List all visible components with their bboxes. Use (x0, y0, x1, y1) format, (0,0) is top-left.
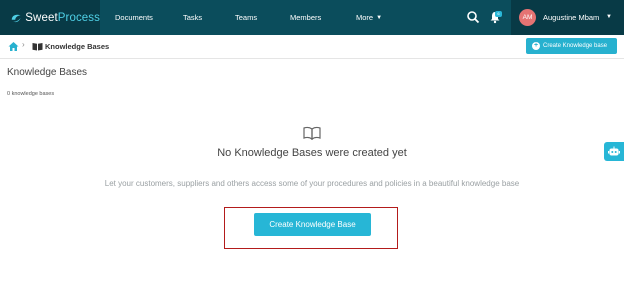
top-navbar: SweetProcess Documents Tasks Teams Membe… (0, 0, 624, 35)
create-knowledge-base-button[interactable]: + Create Knowledge base (526, 38, 617, 54)
page-title: Knowledge Bases (7, 67, 88, 78)
knowledge-base-count: 0 knowledge bases (7, 91, 55, 97)
chevron-down-icon: ▼ (606, 14, 612, 20)
open-book-icon (303, 126, 321, 140)
nav-more-label: More (356, 13, 374, 22)
search-icon[interactable] (466, 10, 480, 24)
breadcrumb-separator-icon: › (22, 40, 25, 49)
empty-state-title: No Knowledge Bases were created yet (217, 147, 407, 159)
avatar: AM (519, 9, 536, 26)
chevron-down-icon: ▼ (376, 15, 383, 21)
nav-more[interactable]: More ▼ (356, 0, 382, 35)
nav-documents[interactable]: Documents (115, 0, 153, 35)
chat-bot-widget[interactable] (604, 142, 624, 161)
nav-members[interactable]: Members (290, 0, 321, 35)
empty-state-description: Let your customers, suppliers and others… (104, 179, 520, 188)
robot-icon (608, 146, 620, 156)
plus-icon: + (532, 42, 540, 50)
brand-logo[interactable]: SweetProcess (0, 0, 100, 35)
create-knowledge-base-label: Create Knowledge base (543, 43, 608, 49)
sweetprocess-logo-icon (11, 14, 21, 22)
breadcrumb: › Knowledge Bases + Create Knowledge bas… (0, 35, 624, 59)
breadcrumb-current: Knowledge Bases (45, 42, 110, 51)
nav-tasks[interactable]: Tasks (183, 0, 202, 35)
brand-name: SweetProcess (25, 11, 100, 24)
home-icon[interactable] (8, 41, 19, 52)
user-menu[interactable]: AM Augustine Mbam ▼ (511, 0, 624, 35)
nav-teams[interactable]: Teams (235, 0, 257, 35)
user-name: Augustine Mbam (543, 13, 600, 22)
book-icon (32, 43, 43, 51)
notification-badge: 6 (495, 11, 502, 17)
create-knowledge-base-main-button[interactable]: Create Knowledge Base (254, 213, 371, 236)
